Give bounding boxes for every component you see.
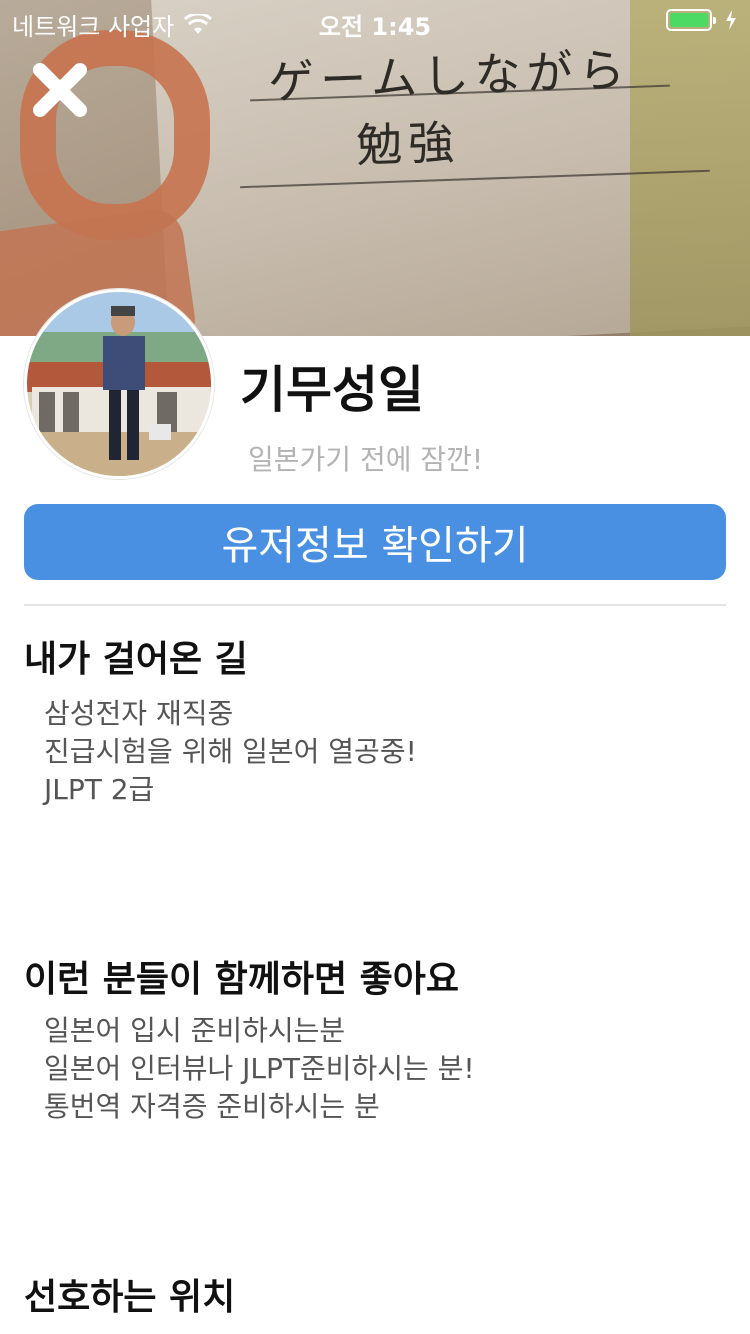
list-item: 일본어 입시 준비하시는분	[44, 1014, 346, 1047]
divider	[24, 604, 726, 606]
profile-status-message: 일본가기 전에 잠깐!	[248, 443, 484, 476]
avatar-photo	[27, 292, 211, 476]
section-title-history: 내가 걸어온 길	[24, 639, 248, 680]
section-title-partners: 이런 분들이 함께하면 좋아요	[24, 959, 460, 1000]
cover-photo: ゲームしながら 勉強	[0, 0, 750, 336]
cover-handwriting-1: ゲームしながら	[267, 42, 632, 110]
cover-background	[630, 0, 750, 336]
cover-handwriting-2: 勉強	[355, 115, 462, 173]
close-button[interactable]	[32, 62, 88, 118]
list-item: 진급시험을 위해 일본어 열공중!	[44, 735, 417, 768]
clock: 오전 1:45	[318, 13, 432, 41]
avatar[interactable]	[24, 289, 214, 479]
section-body-history: 삼성전자 재직중 진급시험을 위해 일본어 열공중! JLPT 2급	[44, 695, 417, 809]
user-info-button[interactable]: 유저정보 확인하기	[24, 504, 726, 580]
battery-icon	[666, 9, 716, 31]
profile-name: 기무성일	[240, 361, 424, 419]
list-item: 삼성전자 재직중	[44, 697, 234, 730]
section-title-location: 선호하는 위치	[24, 1277, 236, 1318]
list-item: JLPT 2급	[44, 773, 155, 806]
status-right	[666, 9, 738, 31]
status-bar: 네트워크 사업자 오전 1:45	[0, 0, 750, 41]
list-item: 통번역 자격증 준비하시는 분	[44, 1090, 380, 1123]
section-body-partners: 일본어 입시 준비하시는분 일본어 인터뷰나 JLPT준비하시는 분! 통번역 …	[44, 1012, 475, 1126]
charging-icon	[726, 10, 736, 30]
list-item: 일본어 인터뷰나 JLPT준비하시는 분!	[44, 1052, 475, 1085]
close-icon	[33, 63, 87, 117]
